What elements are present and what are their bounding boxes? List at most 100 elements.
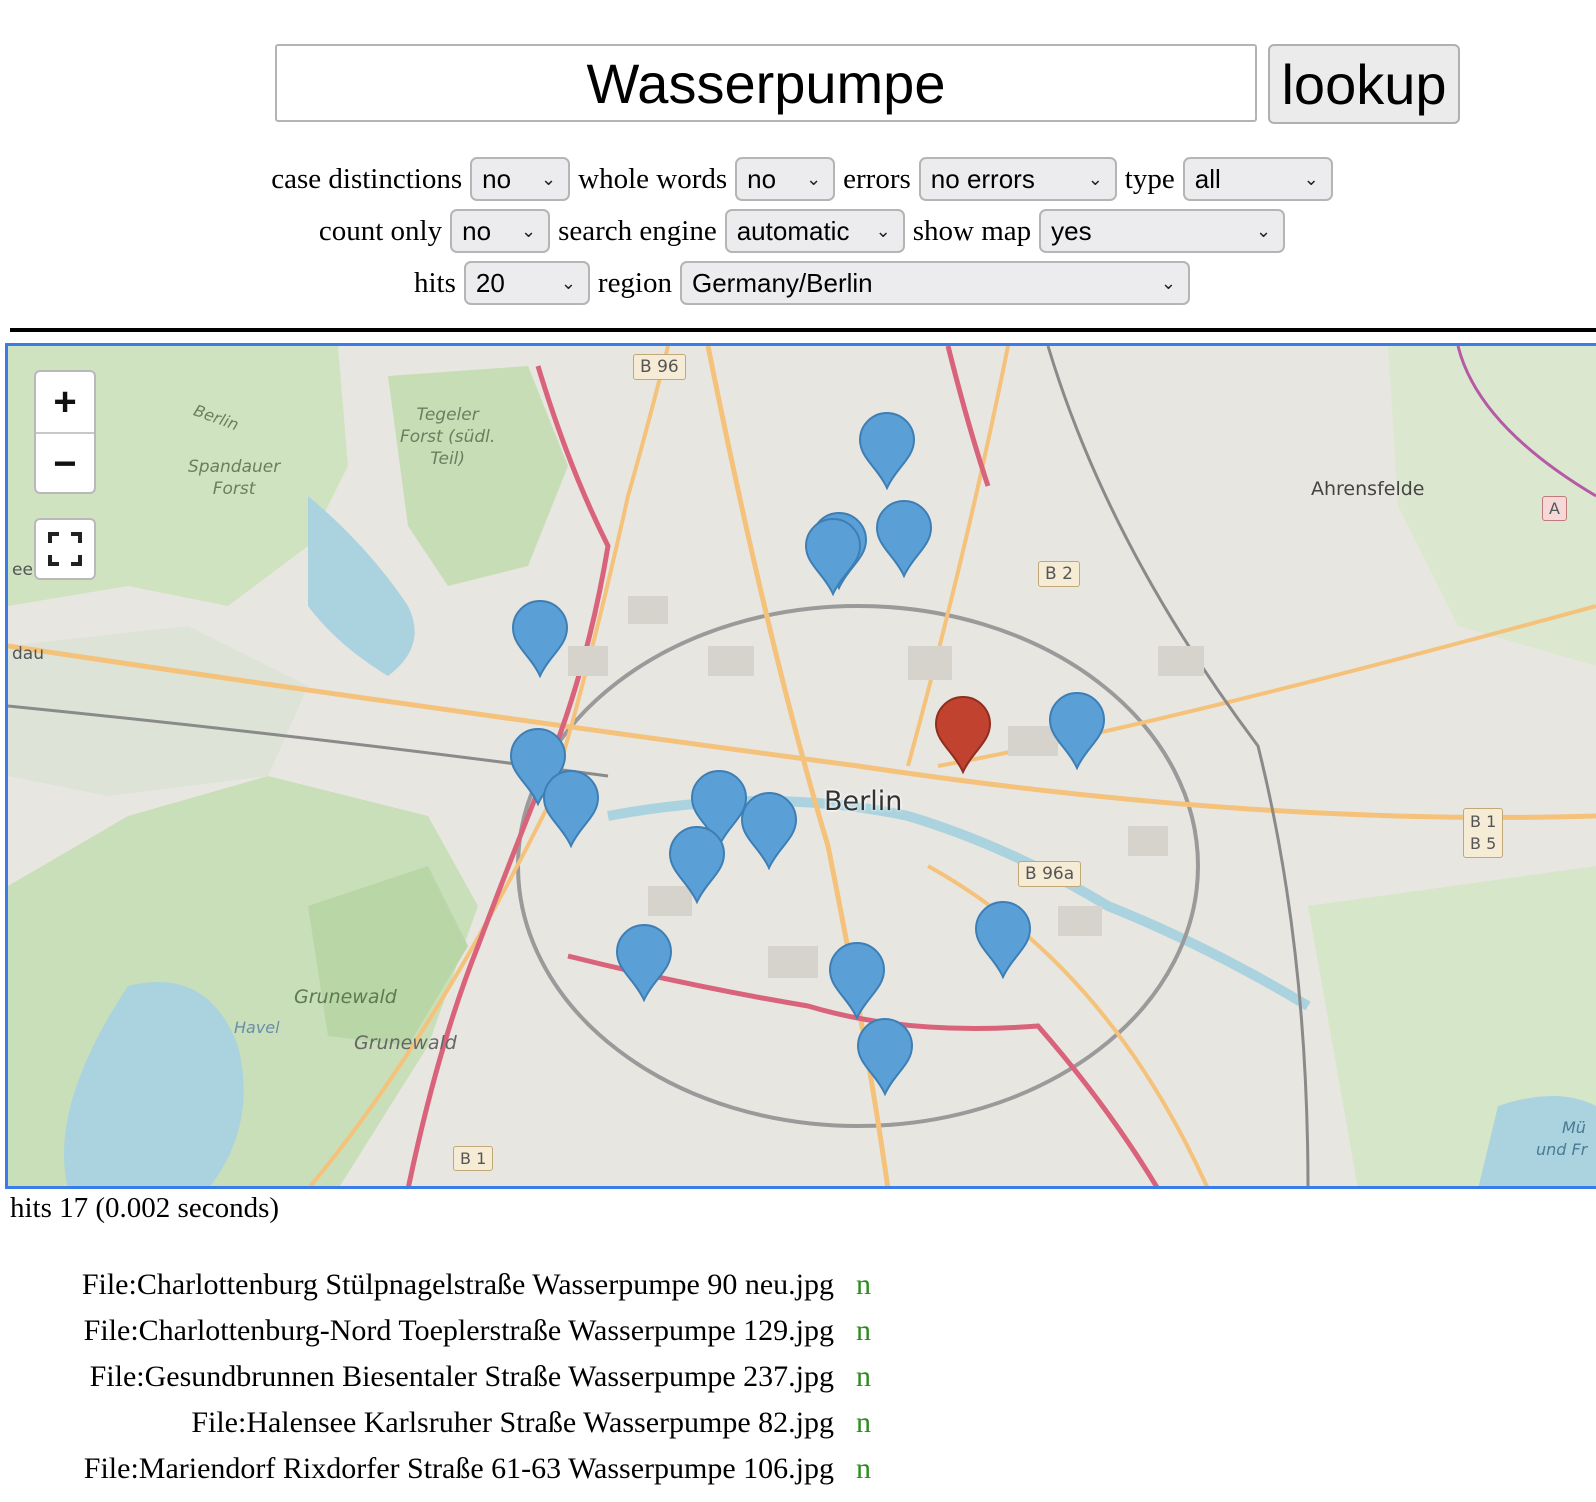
chevron-down-icon: ⌄ — [1256, 220, 1272, 241]
result-flag-link[interactable]: n — [856, 1268, 871, 1302]
map-marker-selected[interactable] — [934, 696, 992, 774]
map-marker[interactable] — [511, 600, 569, 678]
result-flag-link[interactable]: n — [856, 1314, 871, 1348]
count-only-label: count only — [318, 214, 443, 247]
list-item: File:Gesundbrunnen Biesentaler Straße Wa… — [0, 1360, 900, 1400]
result-file-link[interactable]: File:Charlottenburg Stülpnagelstraße Was… — [82, 1268, 834, 1302]
road-label-b96a: B 96a — [1018, 861, 1082, 887]
divider — [10, 328, 1596, 332]
type-select[interactable]: all ⌄ — [1182, 157, 1333, 201]
case-distinctions-value: no — [482, 163, 512, 194]
chevron-down-icon: ⌄ — [1303, 168, 1319, 189]
chevron-down-icon: ⌄ — [560, 272, 576, 293]
map-marker[interactable] — [875, 500, 933, 578]
map-marker[interactable] — [974, 901, 1032, 979]
map-marker[interactable] — [858, 412, 916, 490]
place-label-mueggelsee-1: Mü — [1562, 1118, 1586, 1137]
road-label-b5: B 5 — [1470, 834, 1497, 853]
result-flag-link[interactable]: n — [856, 1360, 871, 1394]
list-item: File:Mariendorf Rixdorfer Straße 61-63 W… — [0, 1452, 900, 1492]
result-flag-link[interactable]: n — [856, 1406, 871, 1440]
map-marker[interactable] — [542, 770, 600, 848]
region-label: region — [597, 266, 672, 299]
search-engine-label: search engine — [558, 214, 717, 247]
map-marker[interactable] — [740, 792, 798, 870]
place-label-line-2: Forst (südl. — [400, 427, 496, 447]
lookup-button[interactable]: lookup — [1268, 44, 1460, 124]
map-marker[interactable] — [856, 1018, 914, 1096]
road-label-b1-b5: B 1 B 5 — [1463, 808, 1504, 858]
case-distinctions-select[interactable]: no ⌄ — [470, 157, 571, 201]
place-label-tegeler-forst: Tegeler Forst (südl. Teil) — [400, 404, 495, 470]
region-select[interactable]: Germany/Berlin ⌄ — [680, 261, 1190, 305]
road-label-b1: B 1 — [1470, 812, 1497, 831]
search-engine-select[interactable]: automatic ⌄ — [724, 209, 905, 253]
type-value: all — [1194, 163, 1221, 194]
place-label-havel: Havel — [234, 1018, 280, 1037]
whole-words-select[interactable]: no ⌄ — [735, 157, 836, 201]
road-label-a: A — [1542, 496, 1567, 521]
fullscreen-icon — [48, 532, 82, 566]
map-marker[interactable] — [668, 826, 726, 904]
map-marker[interactable] — [615, 924, 673, 1002]
place-label-line-1: Spandauer — [188, 457, 281, 477]
errors-value: no errors — [930, 163, 1035, 194]
hits-value: 20 — [475, 267, 505, 298]
hits-label: hits — [414, 266, 456, 299]
place-label-grunewald-district: Grunewald — [354, 1032, 457, 1054]
options-row-2: count only no ⌄ search engine automatic … — [0, 208, 1596, 254]
zoom-control: + − — [34, 370, 96, 494]
errors-label: errors — [843, 162, 911, 195]
whole-words-label: whole words — [578, 162, 728, 195]
chevron-down-icon: ⌄ — [1087, 168, 1103, 189]
road-label-b2: B 2 — [1038, 561, 1080, 587]
place-label-ahrensfelde: Ahrensfelde — [1311, 478, 1425, 500]
region-value: Germany/Berlin — [692, 267, 873, 298]
search-engine-value: automatic — [736, 215, 850, 246]
place-label-line-3: Teil) — [430, 449, 466, 469]
chevron-down-icon: ⌄ — [806, 168, 822, 189]
place-label-line-1: Tegeler — [416, 405, 479, 425]
options-row-1: case distinctions no ⌄ whole words no ⌄ … — [0, 156, 1596, 202]
map-marker[interactable] — [1048, 692, 1106, 770]
list-item: File:Halensee Karlsruher Straße Wasserpu… — [0, 1406, 900, 1446]
place-label-spandauer-forst: Spandauer Forst — [188, 456, 280, 500]
list-item: File:Charlottenburg Stülpnagelstraße Was… — [0, 1268, 900, 1308]
place-label-spandau-fragment: dau — [12, 644, 44, 664]
road-label-b96: B 96 — [633, 354, 686, 380]
result-file-link[interactable]: File:Charlottenburg-Nord Toeplerstraße W… — [84, 1314, 834, 1348]
hits-status: hits 17 (0.002 seconds) — [10, 1192, 280, 1224]
fullscreen-button[interactable] — [34, 518, 96, 580]
map-marker[interactable] — [804, 518, 862, 596]
result-flag-link[interactable]: n — [856, 1452, 871, 1486]
place-label-line-2: Forst — [212, 479, 256, 499]
type-label: type — [1124, 162, 1175, 195]
whole-words-value: no — [747, 163, 777, 194]
zoom-in-button[interactable]: + — [36, 372, 94, 432]
map-view[interactable]: B 96 B 2 B 96a B 1 B 5 B 1 A Tegeler For… — [5, 343, 1596, 1189]
chevron-down-icon: ⌄ — [1160, 272, 1176, 293]
options-row-3: hits 20 ⌄ region Germany/Berlin ⌄ — [0, 260, 1596, 306]
show-map-value: yes — [1051, 215, 1092, 246]
road-label-b1-south: B 1 — [453, 1146, 494, 1171]
chevron-down-icon: ⌄ — [521, 220, 537, 241]
place-label-west-fragment: ee — [12, 560, 33, 580]
result-file-link[interactable]: File:Mariendorf Rixdorfer Straße 61-63 W… — [84, 1452, 834, 1486]
result-file-link[interactable]: File:Gesundbrunnen Biesentaler Straße Wa… — [90, 1360, 834, 1394]
list-item: File:Charlottenburg-Nord Toeplerstraße W… — [0, 1314, 900, 1354]
count-only-value: no — [462, 215, 492, 246]
city-label-berlin: Berlin — [824, 786, 903, 817]
show-map-label: show map — [912, 214, 1032, 247]
case-distinctions-label: case distinctions — [271, 162, 463, 195]
chevron-down-icon: ⌄ — [541, 168, 557, 189]
result-file-link[interactable]: File:Halensee Karlsruher Straße Wasserpu… — [191, 1406, 834, 1440]
map-marker[interactable] — [828, 942, 886, 1020]
count-only-select[interactable]: no ⌄ — [450, 209, 551, 253]
zoom-out-button[interactable]: − — [36, 432, 94, 492]
chevron-down-icon: ⌄ — [875, 220, 891, 241]
search-input[interactable] — [275, 44, 1257, 122]
show-map-select[interactable]: yes ⌄ — [1039, 209, 1286, 253]
errors-select[interactable]: no errors ⌄ — [918, 157, 1117, 201]
place-label-mueggelsee-2: und Fr — [1536, 1140, 1588, 1159]
hits-select[interactable]: 20 ⌄ — [463, 261, 590, 305]
